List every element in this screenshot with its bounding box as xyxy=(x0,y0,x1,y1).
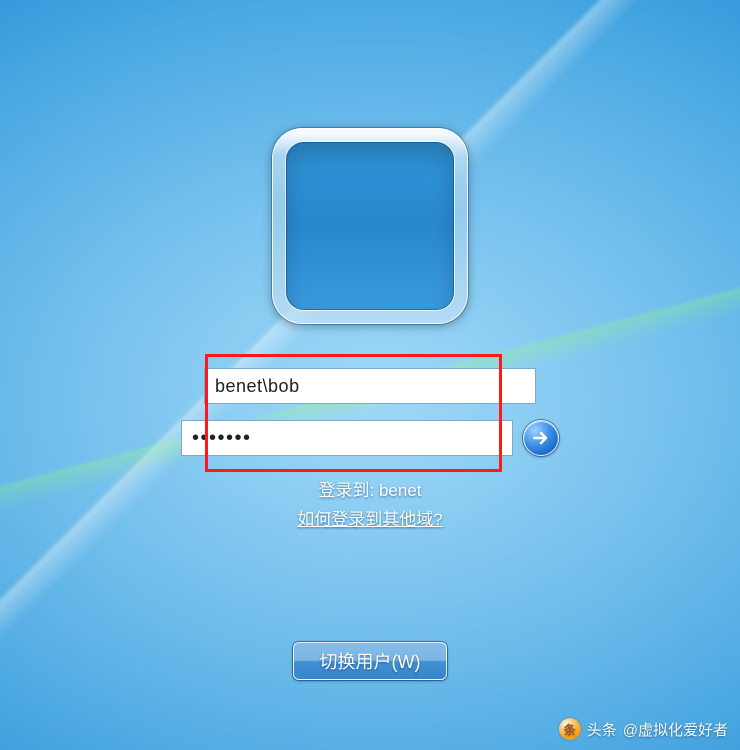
username-input[interactable] xyxy=(204,368,536,404)
watermark-badge-icon: 条 xyxy=(559,718,581,740)
login-domain-name: benet xyxy=(379,481,422,500)
arrow-right-icon xyxy=(531,428,551,448)
login-form: 登录到: benet 如何登录到其他域? 切换用户(W) xyxy=(0,368,740,680)
watermark-author: @虚拟化爱好者 xyxy=(623,719,728,740)
submit-arrow-button[interactable] xyxy=(523,420,559,456)
password-input[interactable] xyxy=(181,420,513,456)
username-row xyxy=(204,368,536,404)
user-avatar-placeholder xyxy=(286,142,454,310)
switch-user-button[interactable]: 切换用户(W) xyxy=(293,642,447,680)
password-row xyxy=(181,420,559,456)
login-hints: 登录到: benet 如何登录到其他域? xyxy=(297,476,442,530)
other-domain-help-link[interactable]: 如何登录到其他域? xyxy=(297,505,442,530)
watermark-label: 头条 xyxy=(587,719,617,740)
login-domain-line: 登录到: benet xyxy=(297,476,442,501)
user-avatar-frame xyxy=(272,128,468,324)
login-to-prefix: 登录到: xyxy=(318,481,374,500)
watermark: 条 头条 @虚拟化爱好者 xyxy=(559,718,728,740)
